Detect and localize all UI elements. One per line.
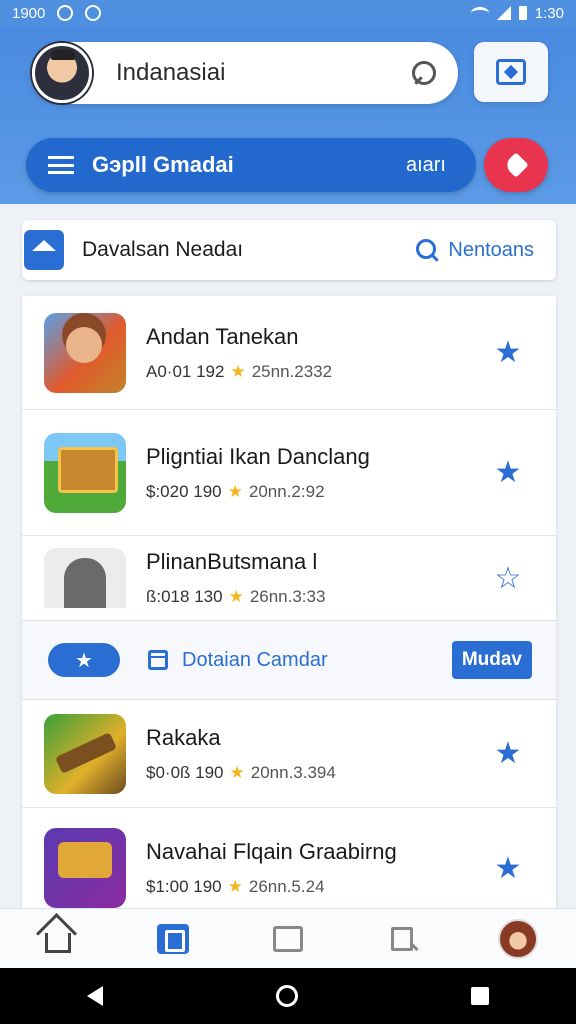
status-clock: 1:30: [534, 4, 564, 22]
app-thumbnail: [44, 713, 126, 794]
app-price: A0·01 192: [146, 361, 225, 381]
battery-icon: [518, 6, 527, 20]
search-icon[interactable]: [410, 59, 438, 87]
favorites-toggle[interactable]: ★: [48, 643, 120, 677]
app-header: Indanasiai Gэрll Gmadai aıarı: [0, 26, 576, 204]
status-bar: 1900 1:30: [0, 0, 576, 26]
app-price: $1:00 190: [146, 877, 222, 896]
home-icon: [24, 230, 64, 270]
app-thumbnail: [44, 548, 126, 608]
rating-star-icon: ★: [230, 361, 246, 381]
avatar[interactable]: [32, 43, 92, 103]
rating-star-icon: ★: [229, 762, 245, 782]
search-icon: [391, 926, 415, 951]
app-date: 20nn.2:92: [248, 481, 325, 501]
section-title: Davalsan Neadaı: [82, 238, 244, 261]
search-bar[interactable]: Indanasiai: [30, 42, 458, 104]
category-title: Gэрll Gmadai: [92, 152, 234, 177]
store-icon: [496, 59, 526, 85]
app-title: PlinanButsmana l: [146, 549, 318, 574]
section-header: Davalsan Neadaı Nentoans: [22, 220, 556, 280]
app-date: 20nn.3.394: [250, 762, 336, 782]
app-date: 25nn.2332: [251, 361, 333, 381]
calendar-icon: [148, 650, 168, 670]
favorite-star-outline-icon[interactable]: ☆: [478, 558, 538, 598]
filter-button[interactable]: Mudav: [451, 641, 532, 679]
favorite-star-icon[interactable]: ★: [478, 734, 538, 774]
app-title: Rakaka: [146, 724, 221, 750]
home-circle-icon[interactable]: [275, 985, 298, 1007]
rating-star-icon: ★: [228, 587, 244, 606]
tag-button[interactable]: [484, 138, 548, 192]
rating-star-icon: ★: [227, 481, 243, 501]
profile-avatar-icon: [498, 918, 539, 959]
app-thumbnail: [44, 312, 126, 393]
recents-icon[interactable]: [471, 987, 490, 1005]
favorite-star-icon[interactable]: ★: [478, 848, 538, 888]
app-title: Navahai Flqain Graabirng: [146, 839, 397, 864]
wifi-icon: [470, 7, 489, 19]
section-link[interactable]: Nentoans: [448, 239, 534, 262]
favorite-star-icon[interactable]: ★: [478, 453, 538, 493]
list-item[interactable]: Navahai Flqain Graabirng $1:00 190 ★ 26n…: [22, 808, 556, 908]
apps-icon: [156, 923, 189, 954]
nav-apps[interactable]: [151, 917, 195, 961]
list-item[interactable]: Andan Tanekan A0·01 192 ★ 25nn.2332 ★: [22, 296, 556, 410]
favorite-star-icon[interactable]: ★: [478, 333, 538, 373]
status-time: 1900: [12, 4, 46, 22]
store-button[interactable]: [474, 42, 548, 102]
app-date: 26nn.5.24: [248, 877, 325, 896]
home-icon: [44, 932, 71, 953]
nav-search[interactable]: [381, 917, 425, 961]
notification-icon: [57, 5, 74, 21]
app-price: $:020 190: [146, 481, 222, 501]
nav-home[interactable]: [36, 917, 80, 961]
system-nav-bar: [0, 968, 576, 1024]
tag-icon: [503, 152, 529, 178]
list-item[interactable]: PlinanButsmana l ß:018 130 ★ 26nn.3:33 ☆: [22, 536, 556, 620]
app-price: ß:018 130: [146, 587, 223, 606]
app-thumbnail: [44, 432, 126, 513]
nav-store[interactable]: [266, 917, 310, 961]
filter-row: ★ Dotaian Camdar Mudav: [22, 620, 556, 700]
app-date: 26nn.3:33: [249, 587, 326, 606]
notification-icon: [85, 5, 102, 21]
list-item[interactable]: Rakaka $0·0ß 190 ★ 20nn.3.394 ★: [22, 700, 556, 808]
filter-label[interactable]: Dotaian Camdar: [182, 649, 452, 672]
search-icon[interactable]: [416, 239, 438, 261]
app-title: Andan Tanekan: [146, 323, 299, 349]
search-input[interactable]: Indanasiai: [116, 59, 410, 87]
list-item[interactable]: Pligntiai Ikan Danclang $:020 190 ★ 20nn…: [22, 410, 556, 536]
menu-icon[interactable]: [48, 156, 74, 174]
store-icon: [272, 925, 303, 952]
category-right-label[interactable]: aıarı: [406, 154, 446, 177]
app-thumbnail: [44, 828, 126, 908]
app-price: $0·0ß 190: [146, 762, 224, 782]
app-list: Andan Tanekan A0·01 192 ★ 25nn.2332 ★ Pl…: [22, 296, 556, 908]
bottom-nav: [0, 908, 576, 968]
nav-profile[interactable]: [496, 917, 540, 961]
app-title: Pligntiai Ikan Danclang: [146, 443, 370, 469]
signal-icon: [496, 6, 511, 20]
rating-star-icon: ★: [227, 877, 243, 896]
category-bar[interactable]: Gэрll Gmadai aıarı: [26, 138, 476, 192]
back-icon[interactable]: [86, 986, 103, 1006]
